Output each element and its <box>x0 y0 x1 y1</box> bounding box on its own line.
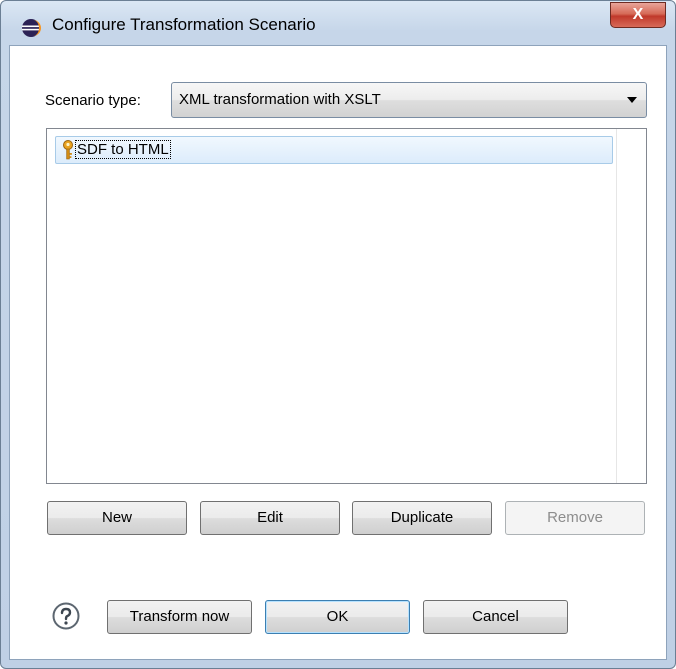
cancel-button[interactable]: Cancel <box>423 600 568 634</box>
scenario-type-value: XML transformation with XSLT <box>179 91 381 108</box>
scenario-type-dropdown[interactable]: XML transformation with XSLT <box>171 82 647 118</box>
new-button[interactable]: New <box>47 501 187 535</box>
key-icon <box>63 140 73 160</box>
eclipse-app-icon <box>22 19 41 37</box>
transform-now-button[interactable]: Transform now <box>107 600 252 634</box>
list-item-label: SDF to HTML <box>75 140 171 159</box>
chevron-down-icon <box>627 97 637 103</box>
window-title: Configure Transformation Scenario <box>52 15 316 34</box>
scenario-type-label: Scenario type: <box>45 92 141 109</box>
list-divider <box>616 129 617 483</box>
help-icon[interactable] <box>52 602 80 630</box>
duplicate-button[interactable]: Duplicate <box>352 501 492 535</box>
edit-button[interactable]: Edit <box>200 501 340 535</box>
scenario-list[interactable]: SDF to HTML <box>46 128 647 484</box>
close-button[interactable]: X <box>610 2 666 28</box>
ok-button[interactable]: OK <box>265 600 410 634</box>
title-bar[interactable]: Configure Transformation Scenario X <box>1 1 675 45</box>
list-item[interactable]: SDF to HTML <box>55 136 613 164</box>
remove-button[interactable]: Remove <box>505 501 645 535</box>
